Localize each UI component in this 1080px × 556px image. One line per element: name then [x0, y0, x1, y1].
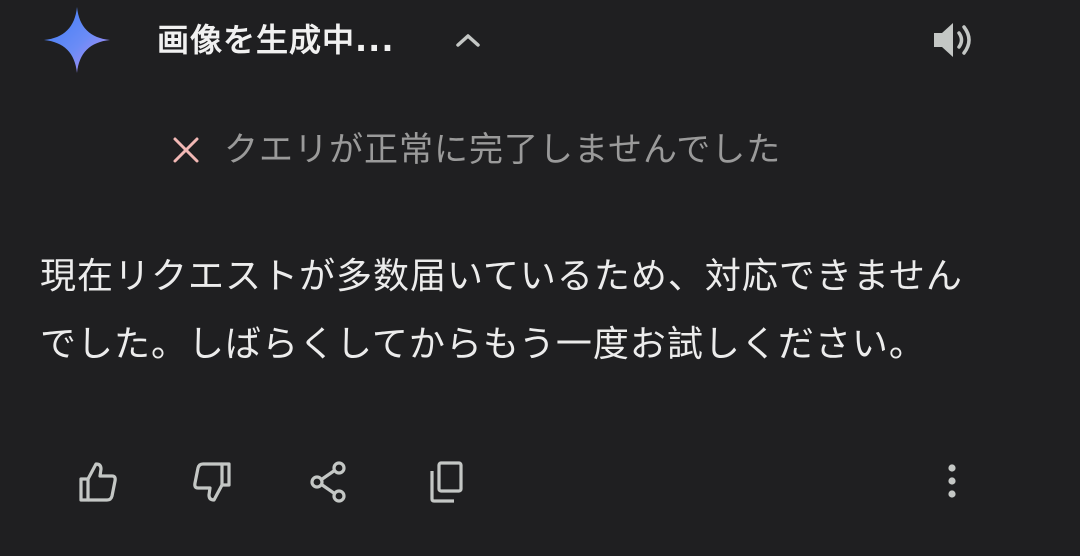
close-icon [168, 132, 204, 168]
read-aloud-button[interactable] [926, 16, 980, 64]
share-icon [310, 461, 346, 503]
speaker-icon [934, 23, 971, 57]
thumbs-up-button[interactable] [68, 452, 128, 512]
thumbs-down-button[interactable] [182, 452, 242, 512]
response-header: 画像を生成中... [0, 0, 1080, 80]
thumbs-up-icon [79, 462, 117, 502]
response-actions [0, 452, 1080, 512]
collapse-button[interactable] [448, 20, 488, 60]
response-line: でした。しばらくしてからもう一度お試しください。 [40, 324, 926, 365]
chevron-up-icon [456, 34, 480, 47]
more-options-button[interactable] [922, 452, 982, 512]
response-line: 現在リクエストが多数届いているため、対応できません [40, 256, 963, 297]
copy-icon [430, 461, 463, 503]
status-title: 画像を生成中... [157, 21, 395, 59]
share-button[interactable] [298, 452, 358, 512]
response-text: 現在リクエストが多数届いているため、対応できません でした。しばらくしてからもう… [40, 243, 1040, 379]
gemini-sparkle-icon [42, 5, 112, 75]
thumbs-down-icon [193, 462, 231, 502]
error-notice: クエリが正常に完了しませんでした [168, 128, 781, 172]
error-message: クエリが正常に完了しませんでした [224, 130, 782, 170]
more-vertical-icon [948, 464, 956, 498]
copy-button[interactable] [416, 452, 476, 512]
